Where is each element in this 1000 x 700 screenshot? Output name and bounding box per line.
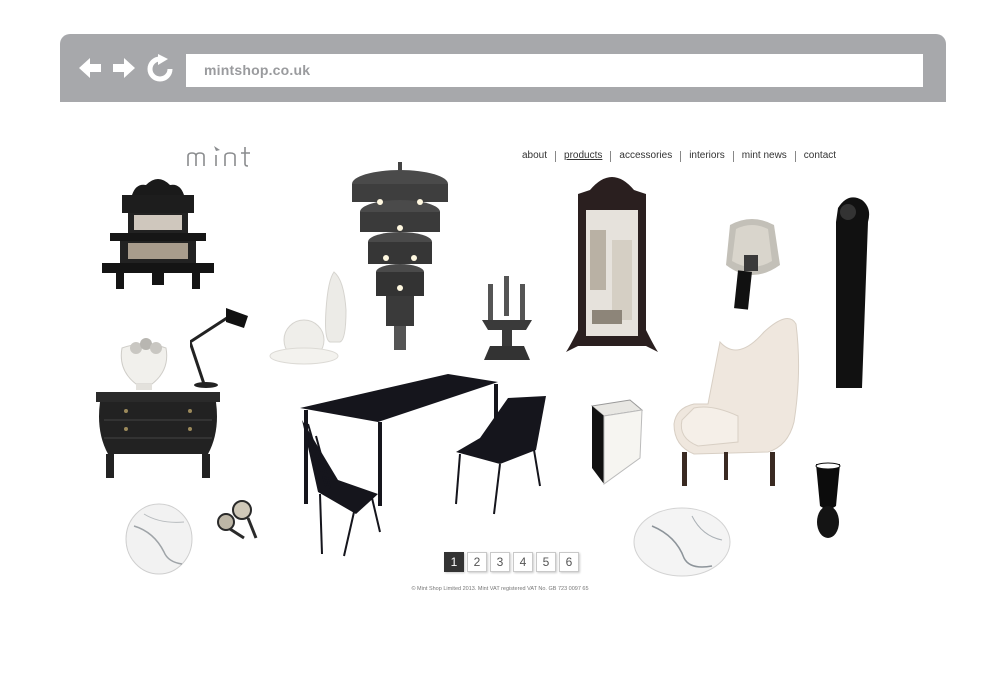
pagination: 1 2 3 4 5 6 (444, 552, 579, 572)
product-floral-urn[interactable] (116, 336, 172, 397)
white-vases-image (269, 271, 347, 365)
floral-urn-image (120, 338, 168, 390)
nav-interiors[interactable]: interiors (681, 150, 733, 162)
arrow-left-icon[interactable] (76, 54, 104, 82)
nav-accessories[interactable]: accessories (611, 150, 680, 162)
product-glass-lamp[interactable] (722, 215, 782, 316)
product-chair-right[interactable] (454, 394, 548, 523)
refresh-icon[interactable] (144, 54, 178, 82)
product-chandelier[interactable] (350, 162, 450, 355)
black-vase-image (815, 462, 841, 538)
chandelier-image (352, 162, 448, 350)
product-black-vase[interactable] (814, 462, 842, 549)
page-2-button[interactable]: 2 (467, 552, 487, 572)
url-text: mintshop.co.uk (204, 62, 311, 78)
product-desk-lamp[interactable] (188, 306, 250, 393)
product-ornate-mirror[interactable] (562, 170, 662, 361)
ornate-mirror-image (566, 177, 658, 352)
product-chair-left[interactable] (300, 418, 382, 563)
main-nav: about products accessories interiors min… (522, 150, 844, 162)
browser-nav-icons (76, 54, 178, 82)
browser-toolbar: mintshop.co.uk (60, 34, 946, 102)
product-wingback-armchair[interactable] (668, 312, 804, 493)
product-side-table[interactable] (590, 398, 644, 491)
nav-contact[interactable]: contact (796, 150, 844, 162)
page-5-button[interactable]: 5 (536, 552, 556, 572)
page-3-button[interactable]: 3 (490, 552, 510, 572)
page-4-button[interactable]: 4 (513, 552, 533, 572)
page-6-button[interactable]: 6 (559, 552, 579, 572)
product-candelabra[interactable] (478, 276, 536, 367)
arrow-right-icon[interactable] (110, 54, 138, 82)
product-white-vases[interactable] (268, 270, 358, 371)
floor-lamp-image (836, 197, 870, 388)
product-ornate-cabinet[interactable] (102, 175, 214, 296)
mint-logo (187, 146, 250, 167)
chair-right-image (455, 396, 546, 515)
hand-mirrors-image (217, 500, 258, 540)
footer-copyright: © Mint Shop Limited 2013. Mint VAT regis… (411, 586, 589, 592)
glass-lamp-image (726, 219, 780, 310)
product-black-commode[interactable] (96, 392, 220, 485)
product-marble-egg[interactable] (632, 506, 732, 583)
nav-about[interactable]: about (522, 150, 555, 162)
black-commode-image (96, 392, 220, 478)
marble-egg-image (633, 507, 731, 577)
page-1-button[interactable]: 1 (444, 552, 464, 572)
desk-lamp-image (188, 308, 248, 388)
product-hand-mirrors[interactable] (214, 498, 260, 549)
side-table-image (590, 399, 644, 485)
product-marble-sphere[interactable] (124, 502, 194, 581)
nav-products[interactable]: products (556, 150, 610, 162)
chair-left-image (302, 420, 381, 557)
site-logo[interactable] (186, 144, 262, 175)
wingback-armchair-image (673, 318, 800, 486)
address-bar[interactable]: mintshop.co.uk (186, 54, 923, 87)
nav-mint-news[interactable]: mint news (734, 150, 795, 162)
marble-sphere-image (125, 503, 193, 575)
candelabra-image (482, 276, 532, 360)
ornate-cabinet-image (102, 179, 214, 289)
product-floor-lamp[interactable] (832, 192, 872, 397)
